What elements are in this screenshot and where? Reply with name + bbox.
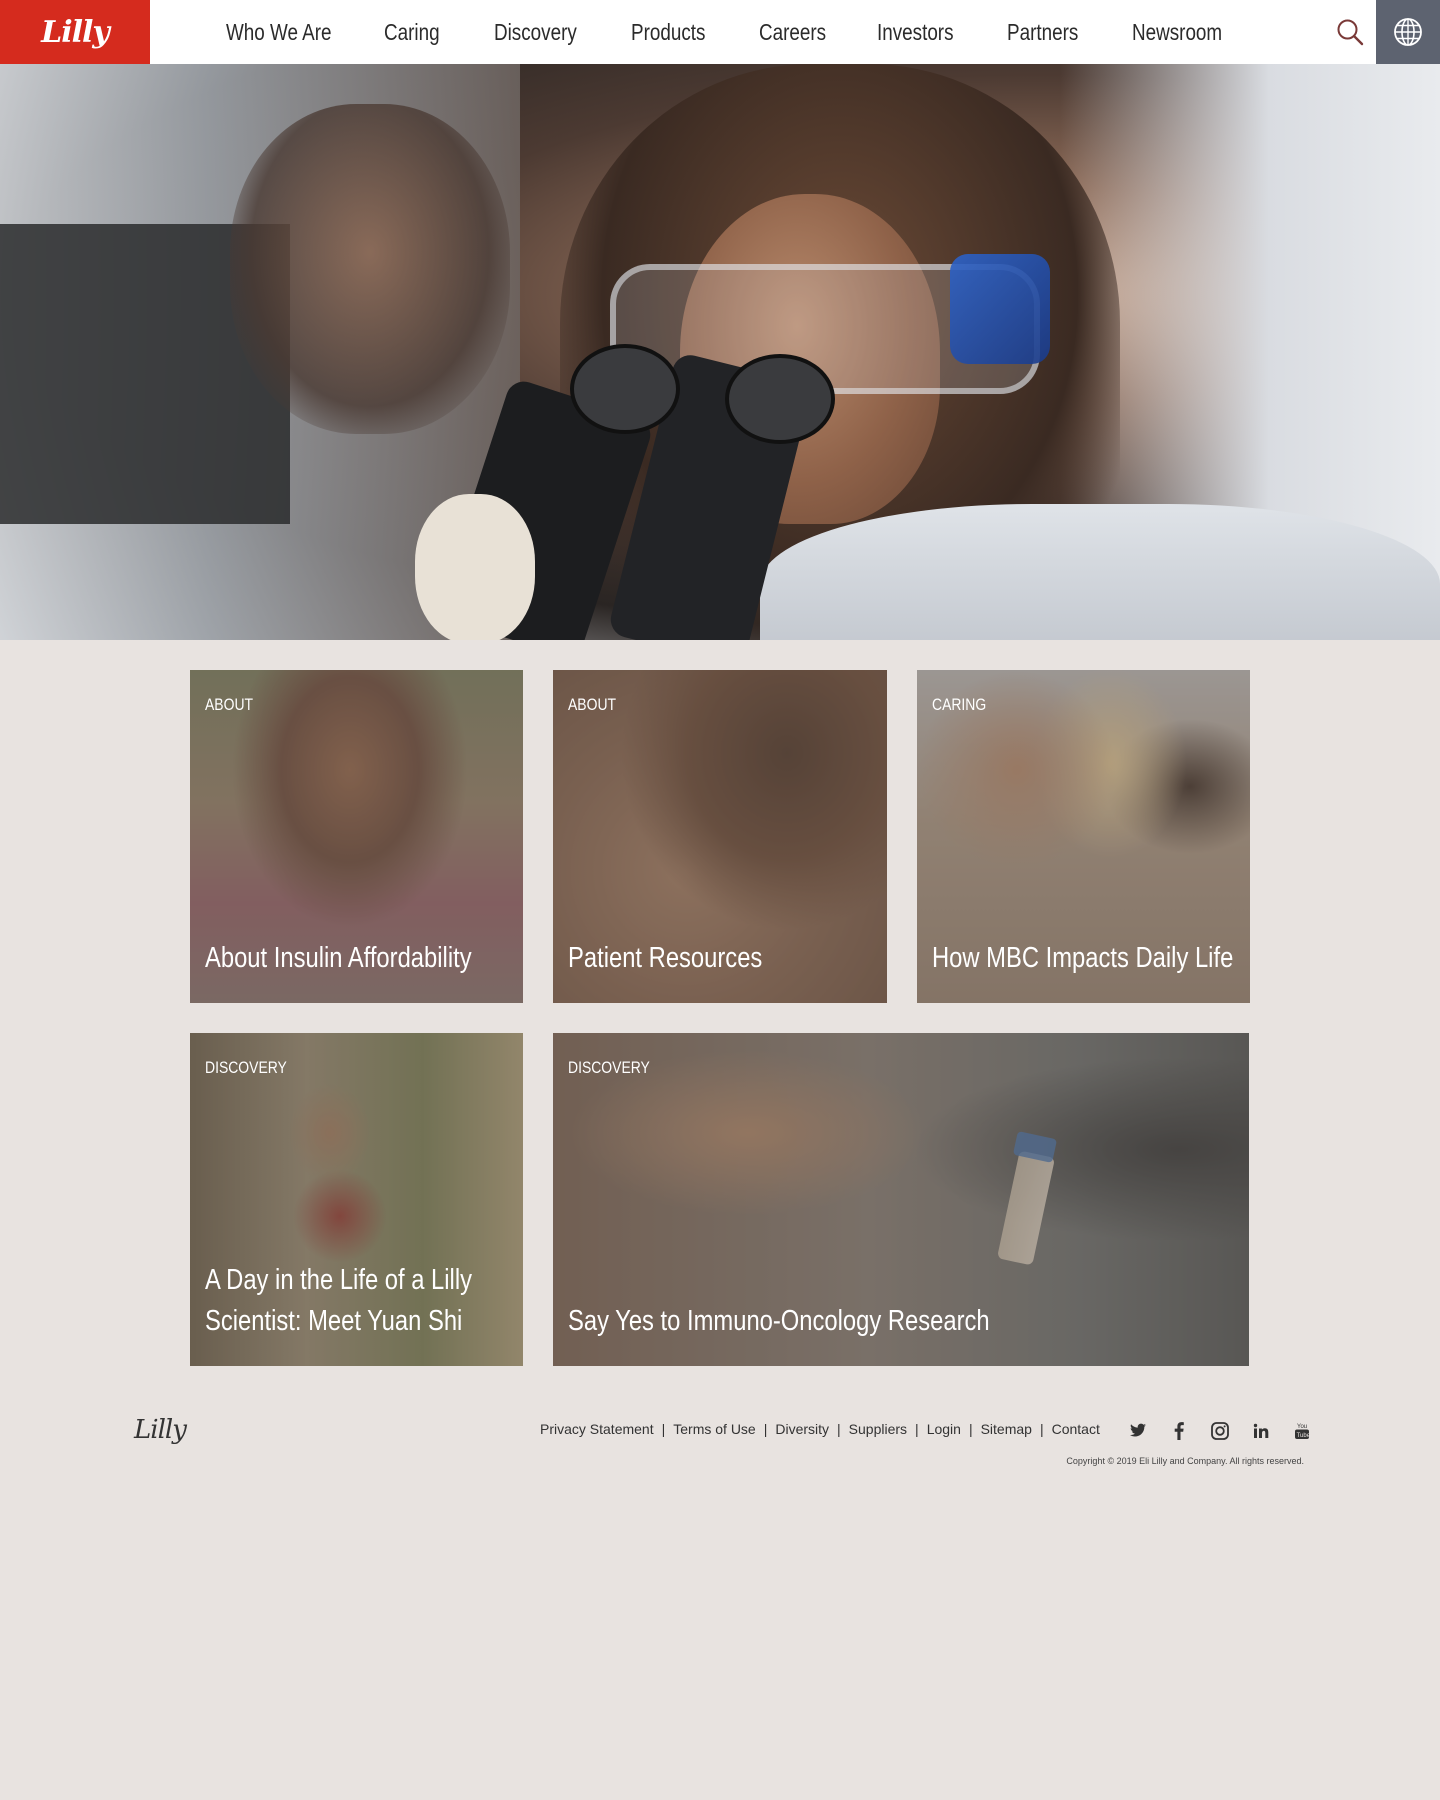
footer-link-contact[interactable]: Contact xyxy=(1052,1421,1100,1437)
nav-discovery[interactable]: Discovery xyxy=(494,19,577,46)
svg-text:You: You xyxy=(1297,1424,1307,1430)
nav-careers[interactable]: Careers xyxy=(759,19,826,46)
search-button[interactable] xyxy=(1323,0,1377,64)
instagram-icon[interactable] xyxy=(1210,1421,1230,1441)
separator: | xyxy=(968,1421,973,1437)
footer-links: Privacy Statement | Terms of Use | Diver… xyxy=(540,1421,1100,1437)
card-title: About Insulin Affordability xyxy=(205,942,472,974)
site-header: Lilly Who We Are Caring Discovery Produc… xyxy=(0,0,1440,64)
card-category: Discovery xyxy=(205,1058,287,1077)
hero-image xyxy=(0,64,1440,640)
card-title: Say Yes to Immuno-Oncology Research xyxy=(568,1305,990,1337)
separator: | xyxy=(763,1421,768,1437)
twitter-icon[interactable] xyxy=(1128,1421,1148,1441)
card-category: About xyxy=(205,695,254,714)
lilly-logo[interactable]: Lilly xyxy=(0,0,150,64)
social-links: You Tube xyxy=(1128,1421,1333,1441)
separator: | xyxy=(837,1421,841,1437)
card-patient-resources[interactable]: About Patient Resources xyxy=(553,670,887,1003)
copyright-text: Copyright © 2019 Eli Lilly and Company. … xyxy=(1066,1456,1304,1466)
card-category: Caring xyxy=(932,695,987,714)
search-icon xyxy=(1337,19,1364,46)
main-nav: Who We Are Caring Discovery Products Car… xyxy=(226,0,1272,64)
footer-link-terms[interactable]: Terms of Use xyxy=(673,1421,755,1437)
footer-logo[interactable]: Lilly xyxy=(134,1415,187,1445)
logo-text: Lilly xyxy=(41,14,110,50)
footer-link-diversity[interactable]: Diversity xyxy=(775,1421,829,1437)
nav-products[interactable]: Products xyxy=(631,19,705,46)
card-title: Patient Resources xyxy=(568,942,763,974)
svg-text:Tube: Tube xyxy=(1297,1433,1310,1439)
card-insulin-affordability[interactable]: About About Insulin Affordability xyxy=(190,670,523,1003)
nav-partners[interactable]: Partners xyxy=(1007,19,1078,46)
card-title: A Day in the Life of a Lilly Scientist: … xyxy=(205,1264,473,1337)
card-title: How MBC Impacts Daily Life xyxy=(932,942,1234,974)
footer-link-login[interactable]: Login xyxy=(927,1421,961,1437)
youtube-icon[interactable]: You Tube xyxy=(1292,1421,1312,1441)
nav-who-we-are[interactable]: Who We Are xyxy=(226,19,332,46)
globe-icon xyxy=(1394,18,1422,46)
nav-caring[interactable]: Caring xyxy=(384,19,440,46)
card-meet-yuan-shi[interactable]: Discovery A Day in the Life of a Lilly S… xyxy=(190,1033,523,1366)
card-category: About xyxy=(568,695,617,714)
language-button[interactable] xyxy=(1376,0,1440,64)
footer-link-suppliers[interactable]: Suppliers xyxy=(849,1421,907,1437)
separator: | xyxy=(661,1421,666,1437)
card-immuno-oncology[interactable]: Discovery Say Yes to Immuno-Oncology Res… xyxy=(553,1033,1249,1366)
separator: | xyxy=(915,1421,919,1437)
nav-newsroom[interactable]: Newsroom xyxy=(1132,19,1222,46)
nav-investors[interactable]: Investors xyxy=(877,19,954,46)
facebook-icon[interactable] xyxy=(1169,1421,1189,1441)
footer-link-privacy[interactable]: Privacy Statement xyxy=(540,1421,654,1437)
card-mbc-daily-life[interactable]: Caring How MBC Impacts Daily Life xyxy=(917,670,1250,1003)
footer-link-sitemap[interactable]: Sitemap xyxy=(981,1421,1032,1437)
separator: | xyxy=(1039,1421,1044,1437)
card-category: Discovery xyxy=(568,1058,650,1077)
linkedin-icon[interactable] xyxy=(1251,1421,1271,1441)
